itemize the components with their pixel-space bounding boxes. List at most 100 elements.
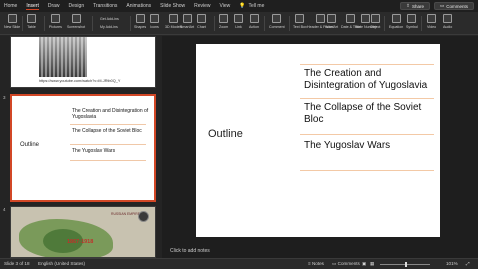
thumb-divider — [70, 160, 146, 161]
text-box-button[interactable]: Text Box — [293, 14, 307, 29]
tell-me-search[interactable]: 💡 Tell me — [239, 3, 264, 9]
compass-icon — [138, 211, 149, 222]
current-slide[interactable]: Outline The Creation and Disintegration … — [196, 44, 440, 237]
video-icon — [427, 14, 437, 23]
slide-number-4: 4 — [3, 207, 6, 212]
new-slide-button[interactable]: New Slide — [4, 14, 20, 29]
share-button[interactable]: ⇪ Share — [400, 2, 430, 10]
comments-status-label: Comments — [337, 261, 360, 266]
map-empire-label: RUSSIAN EMPIRE — [111, 212, 141, 216]
video-still-overlay — [39, 37, 87, 77]
screenshot-icon — [71, 14, 81, 23]
pictures-icon — [50, 14, 60, 23]
notes-placeholder[interactable]: Click to add notes — [170, 248, 210, 254]
insert-ribbon: New Slide Table Pictures Screenshot Get … — [0, 12, 478, 35]
equation-label: Equation — [389, 25, 404, 29]
ribbon-divider — [22, 16, 23, 31]
ribbon-divider — [384, 16, 385, 31]
comment-label: Comment — [269, 25, 285, 29]
youtube-url: https://www.youtube.com/watch?v=M-JRtb0Q… — [39, 79, 121, 83]
tab-view[interactable]: View — [220, 3, 231, 9]
link-button[interactable]: Link — [234, 14, 243, 29]
table-button[interactable]: Table — [27, 14, 36, 29]
zoom-slider-handle[interactable] — [405, 262, 407, 267]
ribbon-divider — [421, 16, 422, 31]
thumb-item-3: The Yugoslav Wars — [72, 148, 116, 154]
screenshot-label: Screenshot — [67, 25, 86, 29]
map-date-label: 1867-1918 — [67, 239, 94, 245]
icons-button[interactable]: Icons — [150, 14, 159, 29]
tab-animations[interactable]: Animations — [126, 3, 151, 9]
tab-insert[interactable]: Insert — [26, 3, 39, 10]
shapes-label: Shapes — [134, 25, 147, 29]
slide-sorter-icon[interactable]: ▦ — [370, 261, 374, 267]
audio-label: Audio — [443, 25, 453, 29]
smartart-label: SmartArt — [180, 25, 195, 29]
language-indicator[interactable]: English (United States) — [38, 261, 85, 266]
tab-home[interactable]: Home — [4, 3, 17, 9]
object-label: Object — [370, 25, 381, 29]
slide-thumbnails-pane[interactable]: https://www.youtube.com/watch?v=M-JRtb0Q… — [0, 36, 162, 258]
screenshot-button[interactable]: Screenshot — [67, 14, 85, 29]
zoom-level[interactable]: 101% — [446, 261, 458, 266]
shapes-button[interactable]: Shapes — [134, 14, 146, 29]
get-addins-button[interactable]: Get Add-ins — [100, 17, 119, 21]
icons-label: Icons — [150, 25, 159, 29]
powerpoint-window: Home Insert Draw Design Transitions Anim… — [0, 0, 478, 269]
chart-label: Chart — [197, 25, 206, 29]
slide-thumbnail-2[interactable]: https://www.youtube.com/watch?v=M-JRtb0Q… — [10, 36, 156, 88]
pictures-button[interactable]: Pictures — [49, 14, 62, 29]
comment-button[interactable]: Comment — [269, 14, 285, 29]
action-icon — [249, 14, 259, 23]
lightbulb-icon: 💡 — [239, 3, 246, 9]
table-icon — [27, 14, 36, 23]
link-label: Link — [235, 25, 242, 29]
normal-view-icon[interactable]: ▣ — [362, 261, 366, 267]
slide-item-1[interactable]: The Creation and Disintegration of Yugos… — [304, 68, 440, 92]
equation-button[interactable]: Equation — [389, 14, 403, 29]
comments-button[interactable]: ▭ Comments — [433, 2, 474, 10]
slide-thumbnail-3[interactable]: Outline The Creation and Disintegration … — [10, 94, 156, 202]
smartart-button[interactable]: SmartArt — [180, 14, 194, 29]
action-label: Action — [249, 25, 259, 29]
slide-counter: Slide 3 of 18 — [4, 261, 30, 266]
link-icon — [234, 14, 243, 23]
ribbon-divider — [264, 16, 265, 31]
text-box-label: Text Box — [293, 25, 307, 29]
chart-button[interactable]: Chart — [197, 14, 206, 29]
slide-divider — [300, 98, 434, 99]
slide-item-2[interactable]: The Collapse of the Soviet Bloc — [304, 102, 432, 126]
action-button[interactable]: Action — [249, 14, 259, 29]
tab-draw[interactable]: Draw — [48, 3, 60, 9]
notes-toggle[interactable]: ≡ Notes — [308, 261, 324, 266]
video-button[interactable]: Video — [427, 14, 436, 29]
symbol-button[interactable]: Symbol — [406, 14, 418, 29]
cube-icon — [169, 14, 179, 23]
tab-slide-show[interactable]: Slide Show — [160, 3, 185, 9]
audio-icon — [443, 14, 453, 23]
slide-thumbnail-4[interactable]: 1867-1918 RUSSIAN EMPIRE — [10, 206, 156, 258]
slide-title-outline[interactable]: Outline — [208, 128, 243, 140]
thumb-item-2: The Collapse of the Soviet Bloc — [72, 128, 142, 134]
tab-transitions[interactable]: Transitions — [93, 3, 117, 9]
fit-to-window-icon[interactable]: ⤢ — [466, 261, 470, 266]
icons-icon — [150, 14, 159, 23]
tell-me-label: Tell me — [248, 3, 265, 9]
header-footer-icon — [315, 14, 325, 23]
ribbon-divider — [214, 16, 215, 31]
comments-toggle[interactable]: ▭ Comments — [332, 261, 360, 267]
tab-design[interactable]: Design — [69, 3, 85, 9]
my-addins-button[interactable]: My Add-ins — [100, 25, 118, 29]
comment-icon — [272, 14, 282, 23]
video-label: Video — [427, 25, 437, 29]
symbol-label: Symbol — [406, 25, 418, 29]
slide-item-3[interactable]: The Yugoslav Wars — [304, 140, 440, 152]
tab-review[interactable]: Review — [194, 3, 210, 9]
zoom-button[interactable]: Zoom — [219, 14, 228, 29]
audio-button[interactable]: Audio — [443, 14, 452, 29]
wordart-button[interactable]: WordArt — [325, 14, 338, 29]
object-button[interactable]: Object — [370, 14, 380, 29]
object-icon — [370, 14, 380, 23]
notes-label: Notes — [311, 261, 324, 266]
smartart-icon — [182, 14, 192, 23]
